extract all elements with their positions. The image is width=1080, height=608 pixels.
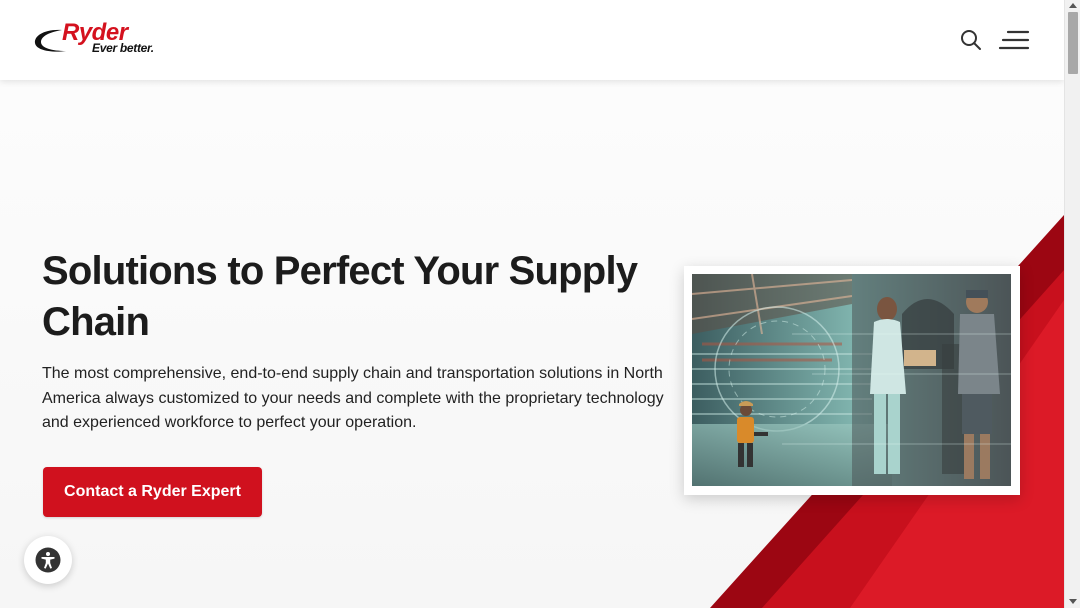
search-button[interactable] (958, 27, 984, 53)
ryder-logo[interactable]: Ryder Ever better. (32, 19, 172, 60)
contact-expert-button[interactable]: Contact a Ryder Expert (43, 467, 262, 517)
accessibility-button[interactable] (24, 536, 72, 584)
site-header: Ryder Ever better. (0, 0, 1064, 80)
logo-tagline: Ever better. (92, 41, 154, 55)
hero-description: The most comprehensive, end-to-end suppl… (42, 365, 664, 431)
hero-image (692, 274, 1011, 486)
page: Ryder Ever better. Solutions to Perfect … (0, 0, 1064, 608)
menu-icon (998, 30, 1030, 50)
menu-button[interactable] (998, 28, 1030, 52)
hero-illustration (692, 274, 1011, 486)
hero-title: Solutions to Perfect Your Supply Chain (42, 249, 638, 344)
page-scrollbar[interactable] (1064, 0, 1080, 608)
scroll-down-arrow-icon[interactable] (1065, 594, 1080, 608)
search-icon (961, 30, 981, 50)
scroll-thumb[interactable] (1068, 12, 1078, 74)
accessibility-icon (35, 547, 61, 573)
hero-image-card (684, 266, 1020, 495)
scroll-up-arrow-icon[interactable] (1065, 0, 1080, 12)
